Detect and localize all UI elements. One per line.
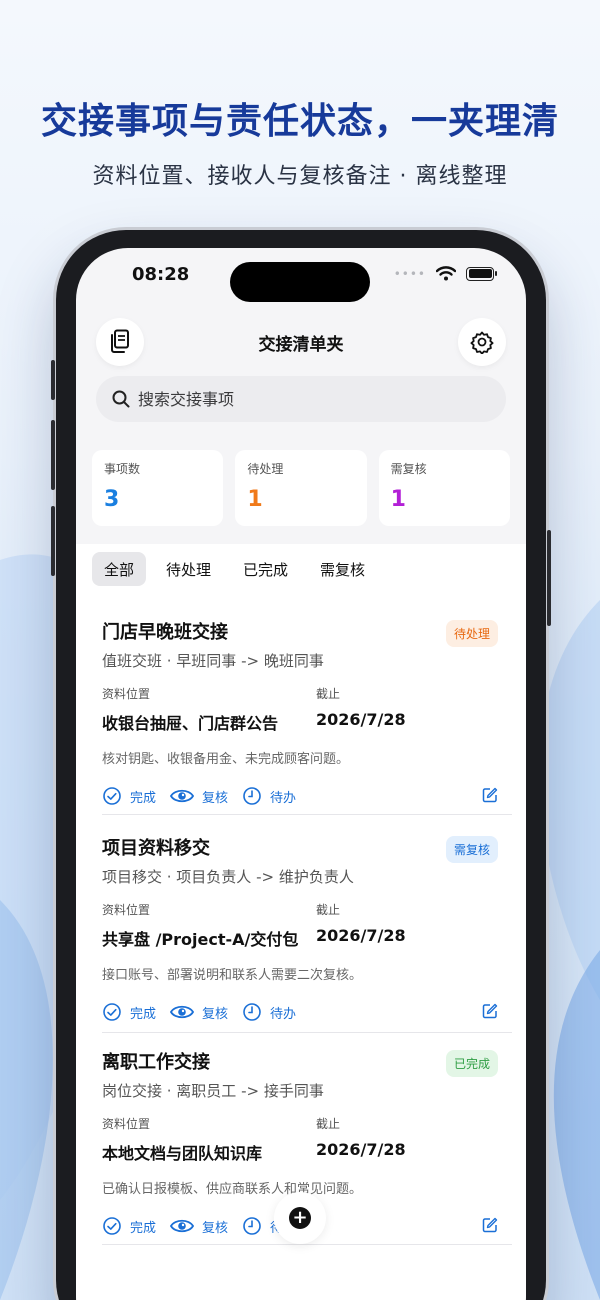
eye-icon [170, 789, 195, 803]
status-icons: •••• [393, 266, 497, 281]
signal-dots-icon: •••• [393, 266, 426, 281]
subheadline: 资料位置、接收人与复核备注 · 离线整理 [92, 164, 508, 189]
check-circle-icon [103, 1217, 121, 1235]
stat-label: 需复核 [390, 462, 427, 476]
location-label: 资料位置 [102, 903, 151, 917]
pending-button[interactable]: 待办 [242, 786, 296, 806]
edit-button[interactable] [482, 1003, 498, 1023]
battery-icon [466, 266, 497, 281]
edit-icon [482, 1003, 498, 1019]
stat-value: 1 [390, 487, 406, 512]
power-button [547, 530, 551, 626]
location-value: 收银台抽屉、门店群公告 [102, 714, 279, 733]
eye-icon [170, 1219, 195, 1233]
pending-label: 待办 [270, 790, 297, 806]
review-button[interactable]: 复核 [170, 1003, 228, 1022]
stats-row: 事项数 3 待处理 1 需复核 1 [92, 450, 510, 526]
check-circle-icon [103, 787, 121, 805]
search-icon [112, 390, 130, 408]
review-button[interactable]: 复核 [170, 787, 228, 806]
add-item-button[interactable]: + [274, 1192, 326, 1244]
complete-label: 完成 [130, 1006, 157, 1022]
stat-card-pending[interactable]: 待处理 1 [235, 450, 367, 526]
item-actions: 完成 复核 待办 [102, 785, 512, 807]
item-actions: 完成 复核 待办 [102, 1001, 512, 1023]
item-fields: 资料位置 共享盘 /Project-A/交付包 截止 2026/7/28 [102, 901, 512, 950]
edit-icon [482, 787, 498, 803]
complete-label: 完成 [130, 1220, 157, 1236]
stat-card-total[interactable]: 事项数 3 [92, 450, 224, 526]
app-screen: 08:28 •••• 交接清单夹 搜索交接事项 事项数 3 待处理 1 需复核 … [76, 248, 526, 1300]
due-label: 截止 [316, 687, 341, 701]
edit-button[interactable] [482, 1217, 498, 1237]
review-button[interactable]: 复核 [170, 1217, 228, 1236]
review-label: 复核 [202, 790, 229, 806]
due-value: 2026/7/28 [316, 710, 406, 729]
status-badge: 已完成 [445, 1050, 498, 1077]
filter-tabs: 全部 待处理 已完成 需复核 [92, 552, 377, 586]
item-subtitle: 项目移交 · 项目负责人 -> 维护负责人 [102, 868, 354, 886]
complete-label: 完成 [130, 790, 157, 806]
search-bar[interactable] [96, 376, 506, 422]
volume-up-button [51, 420, 55, 490]
stat-card-review[interactable]: 需复核 1 [378, 450, 510, 526]
stat-value: 3 [104, 487, 120, 512]
clock-icon [243, 1217, 261, 1235]
status-time: 08:28 [132, 264, 190, 285]
divider [102, 1032, 512, 1033]
review-label: 复核 [202, 1006, 229, 1022]
location-value: 本地文档与团队知识库 [102, 1144, 263, 1163]
search-input[interactable] [138, 389, 478, 409]
location-value: 共享盘 /Project-A/交付包 [102, 930, 299, 949]
review-label: 复核 [202, 1220, 229, 1236]
divider [102, 814, 512, 815]
plus-icon: + [289, 1207, 311, 1229]
due-label: 截止 [316, 1117, 341, 1131]
divider [102, 1244, 512, 1245]
due-value: 2026/7/28 [316, 1140, 406, 1159]
list-item[interactable]: 门店早晚班交接 待处理 值班交班 · 早班同事 -> 晚班同事 资料位置 收银台… [102, 618, 512, 815]
volume-down-button [51, 506, 55, 576]
stat-label: 待处理 [247, 462, 284, 476]
nav-bar: 交接清单夹 [76, 318, 526, 366]
item-note: 核对钥匙、收银备用金、未完成顾客问题。 [102, 752, 350, 767]
mute-switch [51, 360, 55, 400]
eye-icon [170, 1005, 195, 1019]
dynamic-island [230, 262, 370, 302]
pending-button[interactable]: 待办 [242, 1002, 296, 1022]
clock-icon [243, 1003, 261, 1021]
edit-icon [482, 1217, 498, 1233]
edit-button[interactable] [482, 787, 498, 807]
item-fields: 资料位置 收银台抽屉、门店群公告 截止 2026/7/28 [102, 685, 512, 734]
clock-icon [243, 787, 261, 805]
status-badge: 需复核 [445, 836, 498, 863]
list-area: 全部 待处理 已完成 需复核 门店早晚班交接 待处理 值班交班 · 早班同事 -… [76, 544, 526, 1300]
item-subtitle: 值班交班 · 早班同事 -> 晚班同事 [102, 652, 324, 670]
gear-icon [470, 331, 494, 354]
tab-review[interactable]: 需复核 [308, 552, 377, 586]
stat-value: 1 [247, 487, 263, 512]
item-fields: 资料位置 本地文档与团队知识库 截止 2026/7/28 [102, 1115, 512, 1164]
stat-label: 事项数 [104, 462, 141, 476]
complete-button[interactable]: 完成 [102, 1002, 156, 1022]
due-value: 2026/7/28 [316, 926, 406, 945]
complete-button[interactable]: 完成 [102, 1216, 156, 1236]
check-circle-icon [103, 1003, 121, 1021]
list-item[interactable]: 项目资料移交 需复核 项目移交 · 项目负责人 -> 维护负责人 资料位置 共享… [102, 834, 512, 1033]
tab-pending[interactable]: 待处理 [154, 552, 223, 586]
status-badge: 待处理 [445, 620, 498, 647]
item-note: 接口账号、部署说明和联系人需要二次复核。 [102, 968, 363, 983]
item-subtitle: 岗位交接 · 离职员工 -> 接手同事 [102, 1082, 324, 1100]
tab-done[interactable]: 已完成 [231, 552, 300, 586]
tab-all[interactable]: 全部 [92, 552, 147, 586]
headline: 交接事项与责任状态，一夹理清 [40, 101, 559, 142]
location-label: 资料位置 [102, 687, 151, 701]
due-label: 截止 [316, 903, 341, 917]
pending-label: 待办 [270, 1006, 297, 1022]
location-label: 资料位置 [102, 1117, 151, 1131]
complete-button[interactable]: 完成 [102, 786, 156, 806]
wifi-icon [436, 266, 456, 281]
phone-frame: 08:28 •••• 交接清单夹 搜索交接事项 事项数 3 待处理 1 需复核 … [51, 230, 551, 1300]
settings-button[interactable] [458, 318, 506, 366]
